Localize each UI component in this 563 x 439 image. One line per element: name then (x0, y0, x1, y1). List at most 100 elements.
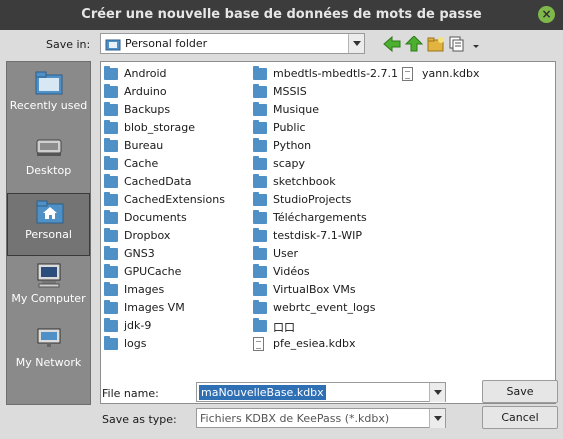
file-name: Documents (124, 211, 187, 224)
file-name: VirtualBox VMs (273, 283, 356, 296)
folder-icon (253, 84, 267, 98)
folder-icon (253, 174, 267, 188)
file-name: Backups (124, 103, 171, 116)
file-name: testdisk-7.1-WIP (273, 229, 363, 242)
folder-icon (253, 246, 267, 260)
place-label: My Network (15, 356, 82, 369)
folder-icon (104, 156, 118, 170)
file-type-value: Fichiers KDBX de KeePass (*.kdbx) (200, 412, 390, 425)
title-bar: Créer une nouvelle base de données de mo… (0, 0, 563, 30)
folder-icon (104, 318, 118, 332)
new-folder-icon[interactable] (427, 36, 445, 52)
file-name: StudioProjects (273, 193, 352, 206)
file-name: Android (124, 67, 167, 80)
desktop-icon (36, 139, 62, 156)
folder-icon (104, 210, 118, 224)
folder-icon (104, 84, 118, 98)
place-label: My Computer (11, 292, 86, 305)
up-arrow-icon[interactable] (405, 36, 423, 52)
save-as-type-label: Save as type: (102, 413, 177, 426)
document-icon (253, 337, 264, 351)
file-name: CachedExtensions (124, 193, 225, 206)
filename-input[interactable]: maNouvelleBase.kdbx (196, 382, 446, 402)
folder-icon (253, 228, 267, 242)
folder-icon (253, 102, 267, 116)
chevron-down-icon[interactable] (429, 383, 445, 402)
folder-icon (253, 66, 267, 80)
place-desktop[interactable]: Desktop (7, 130, 90, 193)
close-button[interactable]: × (538, 6, 555, 23)
file-name: mbedtls-mbedtls-2.7.1 (273, 67, 399, 80)
filename-label: File name: (102, 387, 159, 400)
recent-folder-icon (35, 71, 63, 95)
folder-icon (253, 138, 267, 152)
file-name: blob_storage (124, 121, 196, 134)
cancel-button[interactable]: Cancel (482, 406, 558, 429)
file-name: GPUCache (124, 265, 182, 278)
folder-icon (104, 246, 118, 260)
file-name: Python (273, 139, 312, 152)
folder-icon (104, 228, 118, 242)
file-name: sketchbook (273, 175, 336, 188)
file-name: yann.kdbx (422, 67, 480, 80)
places-sidebar: Recently used Desktop Personal My Comput… (6, 61, 91, 405)
file-name: Téléchargements (273, 211, 367, 224)
folder-icon (104, 192, 118, 206)
save-in-label: Save in: (46, 38, 91, 51)
file-list[interactable]: Android Arduino Backups blob_storage Bur… (100, 61, 556, 404)
folder-icon (105, 39, 121, 51)
folder-icon (104, 264, 118, 278)
network-icon (37, 328, 61, 350)
save-in-value: Personal folder (125, 37, 208, 50)
file-name: GNS3 (124, 247, 155, 260)
folder-icon (253, 282, 267, 296)
folder-icon (104, 66, 118, 80)
chevron-down-icon[interactable] (429, 409, 445, 428)
file-name: Musique (273, 103, 319, 116)
file-name: scapy (273, 157, 306, 170)
close-icon: × (541, 7, 552, 21)
folder-icon (253, 210, 267, 224)
file-name: Bureau (124, 139, 164, 152)
folder-icon (104, 138, 118, 152)
file-name: Arduino (124, 85, 167, 98)
folder-icon (104, 282, 118, 296)
back-arrow-icon[interactable] (383, 36, 401, 52)
file-name: webrtc_event_logs (273, 301, 376, 314)
file-name: Cache (124, 157, 159, 170)
file-name: CachedData (124, 175, 192, 188)
save-dialog: Save in: Personal folder Recently used D… (0, 30, 563, 439)
place-label: Desktop (25, 164, 72, 177)
computer-icon (37, 263, 61, 288)
place-personal[interactable]: Personal (7, 193, 90, 256)
view-menu-arrow-icon[interactable] (472, 36, 480, 52)
chevron-down-icon[interactable] (348, 34, 364, 53)
folder-icon (104, 102, 118, 116)
folder-icon (253, 156, 267, 170)
file-name: pfe_esiea.kdbx (273, 337, 356, 350)
file-name: Public (273, 121, 306, 134)
folder-icon (253, 264, 267, 278)
folder-icon (253, 192, 267, 206)
save-button[interactable]: Save (482, 380, 558, 403)
place-label: Recently used (9, 99, 88, 112)
folder-icon (104, 336, 118, 350)
file-name: Vidéos (273, 265, 310, 278)
home-folder-icon (36, 200, 64, 224)
folder-icon (104, 120, 118, 134)
file-name: 口口 (273, 321, 295, 334)
save-in-combo[interactable]: Personal folder (100, 33, 365, 54)
filename-value: maNouvelleBase.kdbx (199, 385, 326, 400)
place-recently-used[interactable]: Recently used (7, 65, 90, 128)
file-name: User (273, 247, 299, 260)
file-type-select[interactable]: Fichiers KDBX de KeePass (*.kdbx) (196, 408, 446, 428)
file-name: Images VM (124, 301, 185, 314)
file-name: Dropbox (124, 229, 171, 242)
place-my-network[interactable]: My Network (7, 322, 90, 385)
document-icon (402, 67, 413, 81)
place-my-computer[interactable]: My Computer (7, 258, 90, 321)
view-menu-icon[interactable] (448, 36, 466, 52)
place-label: Personal (25, 228, 72, 241)
folder-icon (253, 120, 267, 134)
file-name: Images (124, 283, 165, 296)
